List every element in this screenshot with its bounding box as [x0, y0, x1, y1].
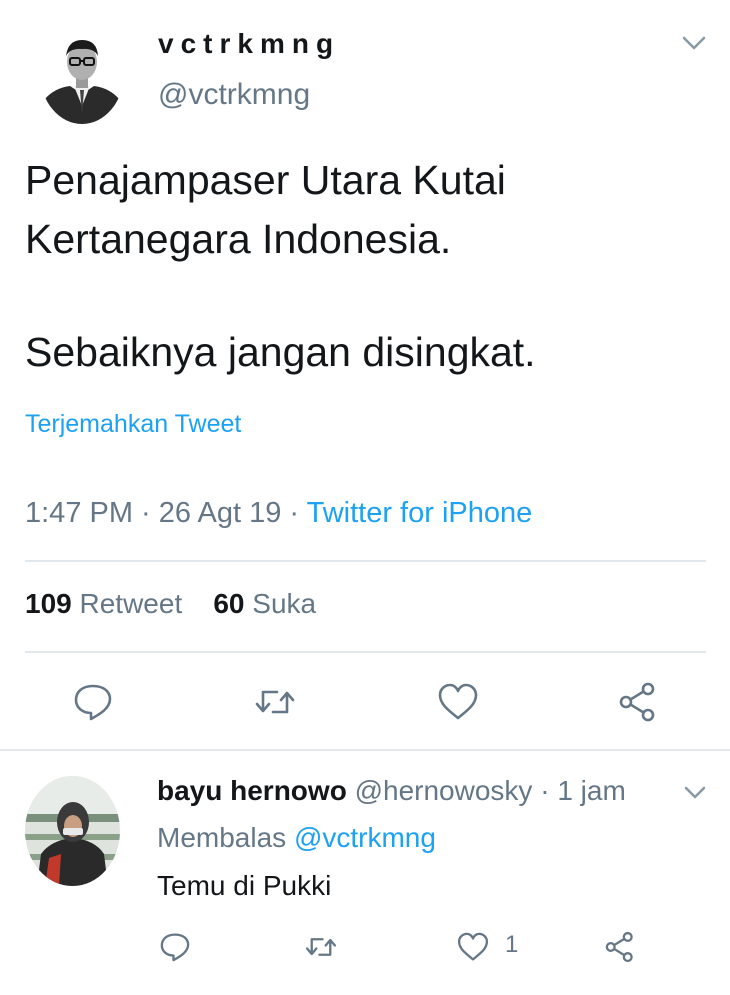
reply-icon[interactable]: [158, 930, 192, 964]
reply-like-count: 1: [505, 931, 519, 958]
author-avatar[interactable]: [40, 22, 124, 124]
tweet-time: 1:47 PM: [25, 497, 133, 529]
tweet-source-link[interactable]: Twitter for iPhone: [307, 497, 533, 529]
tweet-text-line: Sebaiknya jangan disingkat.: [25, 329, 536, 375]
replying-prefix: Membalas: [157, 822, 294, 853]
reply-header: bayu hernowo @hernowosky · 1 jam: [157, 775, 626, 807]
author-display-name[interactable]: vctrkmng: [158, 28, 340, 60]
like-icon[interactable]: [436, 680, 480, 724]
reply-icon[interactable]: [71, 680, 115, 724]
divider: [25, 560, 706, 562]
author-handle[interactable]: @vctrkmng: [158, 78, 310, 112]
divider: [25, 651, 706, 653]
meta-separator: ·: [532, 775, 558, 806]
meta-separator: ·: [133, 497, 159, 529]
retweet-icon[interactable]: [253, 680, 297, 724]
translate-tweet-link[interactable]: Terjemahkan Tweet: [25, 410, 241, 439]
retweet-count: 109: [25, 588, 72, 619]
reply-author-avatar[interactable]: [25, 776, 120, 886]
like-stat[interactable]: 60 Suka: [213, 588, 316, 619]
retweet-icon[interactable]: [304, 930, 338, 964]
chevron-down-icon[interactable]: [683, 784, 707, 802]
share-icon[interactable]: [616, 680, 660, 724]
tweet-date: 26 Agt 19: [158, 497, 282, 529]
reply-author-handle[interactable]: @hernowosky: [355, 775, 533, 806]
like-label: Suka: [252, 588, 317, 619]
replying-to: Membalas @vctrkmng: [157, 822, 436, 854]
divider: [0, 749, 730, 751]
tweet-metadata: 1:47 PM · 26 Agt 19 · Twitter for iPhone: [25, 497, 532, 530]
reply-author-name[interactable]: bayu hernowo: [157, 775, 347, 806]
retweet-label: Retweet: [79, 588, 183, 619]
share-icon[interactable]: [603, 930, 637, 964]
like-count: 60: [213, 588, 245, 619]
reply-time: 1 jam: [557, 775, 626, 806]
like-icon[interactable]: [456, 930, 490, 964]
reply-text: Temu di Pukki: [157, 870, 332, 901]
retweet-stat[interactable]: 109 Retweet: [25, 588, 182, 619]
tweet-text-line: Penajampaser Utara Kutai: [25, 157, 506, 203]
tweet-stats: 109 Retweet 60 Suka: [25, 588, 316, 620]
chevron-down-icon[interactable]: [680, 32, 708, 54]
meta-separator: ·: [281, 497, 307, 529]
tweet-text-line: Kertanegara Indonesia.: [25, 216, 452, 262]
replying-mention[interactable]: @vctrkmng: [294, 822, 436, 853]
